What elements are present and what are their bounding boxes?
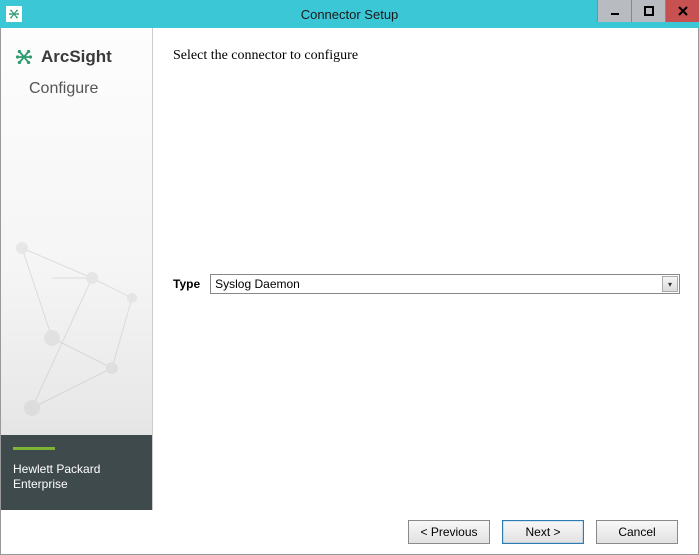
sidebar-footer: Hewlett Packard Enterprise <box>1 435 152 510</box>
type-label: Type <box>173 277 200 291</box>
app-icon <box>6 6 22 22</box>
chevron-down-icon: ▾ <box>662 276 678 292</box>
window-body: ArcSight Configure <box>0 28 699 555</box>
footer-company: Hewlett Packard Enterprise <box>13 462 140 492</box>
footer-line1: Hewlett Packard <box>13 462 140 477</box>
button-bar: < Previous Next > Cancel <box>1 510 698 554</box>
arcsight-icon <box>13 46 35 68</box>
type-select[interactable]: Syslog Daemon ▾ <box>210 274 680 294</box>
footer-line2: Enterprise <box>13 477 140 492</box>
network-decoration-icon <box>1 218 153 438</box>
maximize-button[interactable] <box>631 0 665 22</box>
window-title: Connector Setup <box>301 7 399 22</box>
close-button[interactable] <box>665 0 699 22</box>
sidebar-subtitle: Configure <box>1 76 152 98</box>
type-row: Type Syslog Daemon ▾ <box>173 274 680 294</box>
previous-button[interactable]: < Previous <box>408 520 490 544</box>
main-panel: Select the connector to configure Type S… <box>153 28 698 510</box>
sidebar: ArcSight Configure <box>1 28 153 510</box>
hpe-bar-icon <box>13 447 55 450</box>
page-heading: Select the connector to configure <box>173 48 680 64</box>
connector-setup-window: Connector Setup <box>0 0 699 555</box>
brand-logo: ArcSight <box>1 28 152 76</box>
minimize-button[interactable] <box>597 0 631 22</box>
content-area: ArcSight Configure <box>1 28 698 510</box>
brand-text: ArcSight <box>41 47 112 67</box>
cancel-button[interactable]: Cancel <box>596 520 678 544</box>
titlebar: Connector Setup <box>0 0 699 28</box>
maximize-icon <box>644 6 654 16</box>
window-controls <box>597 0 699 28</box>
minimize-icon <box>610 6 620 16</box>
next-button[interactable]: Next > <box>502 520 584 544</box>
close-icon <box>678 6 688 16</box>
type-select-value: Syslog Daemon <box>210 274 680 294</box>
